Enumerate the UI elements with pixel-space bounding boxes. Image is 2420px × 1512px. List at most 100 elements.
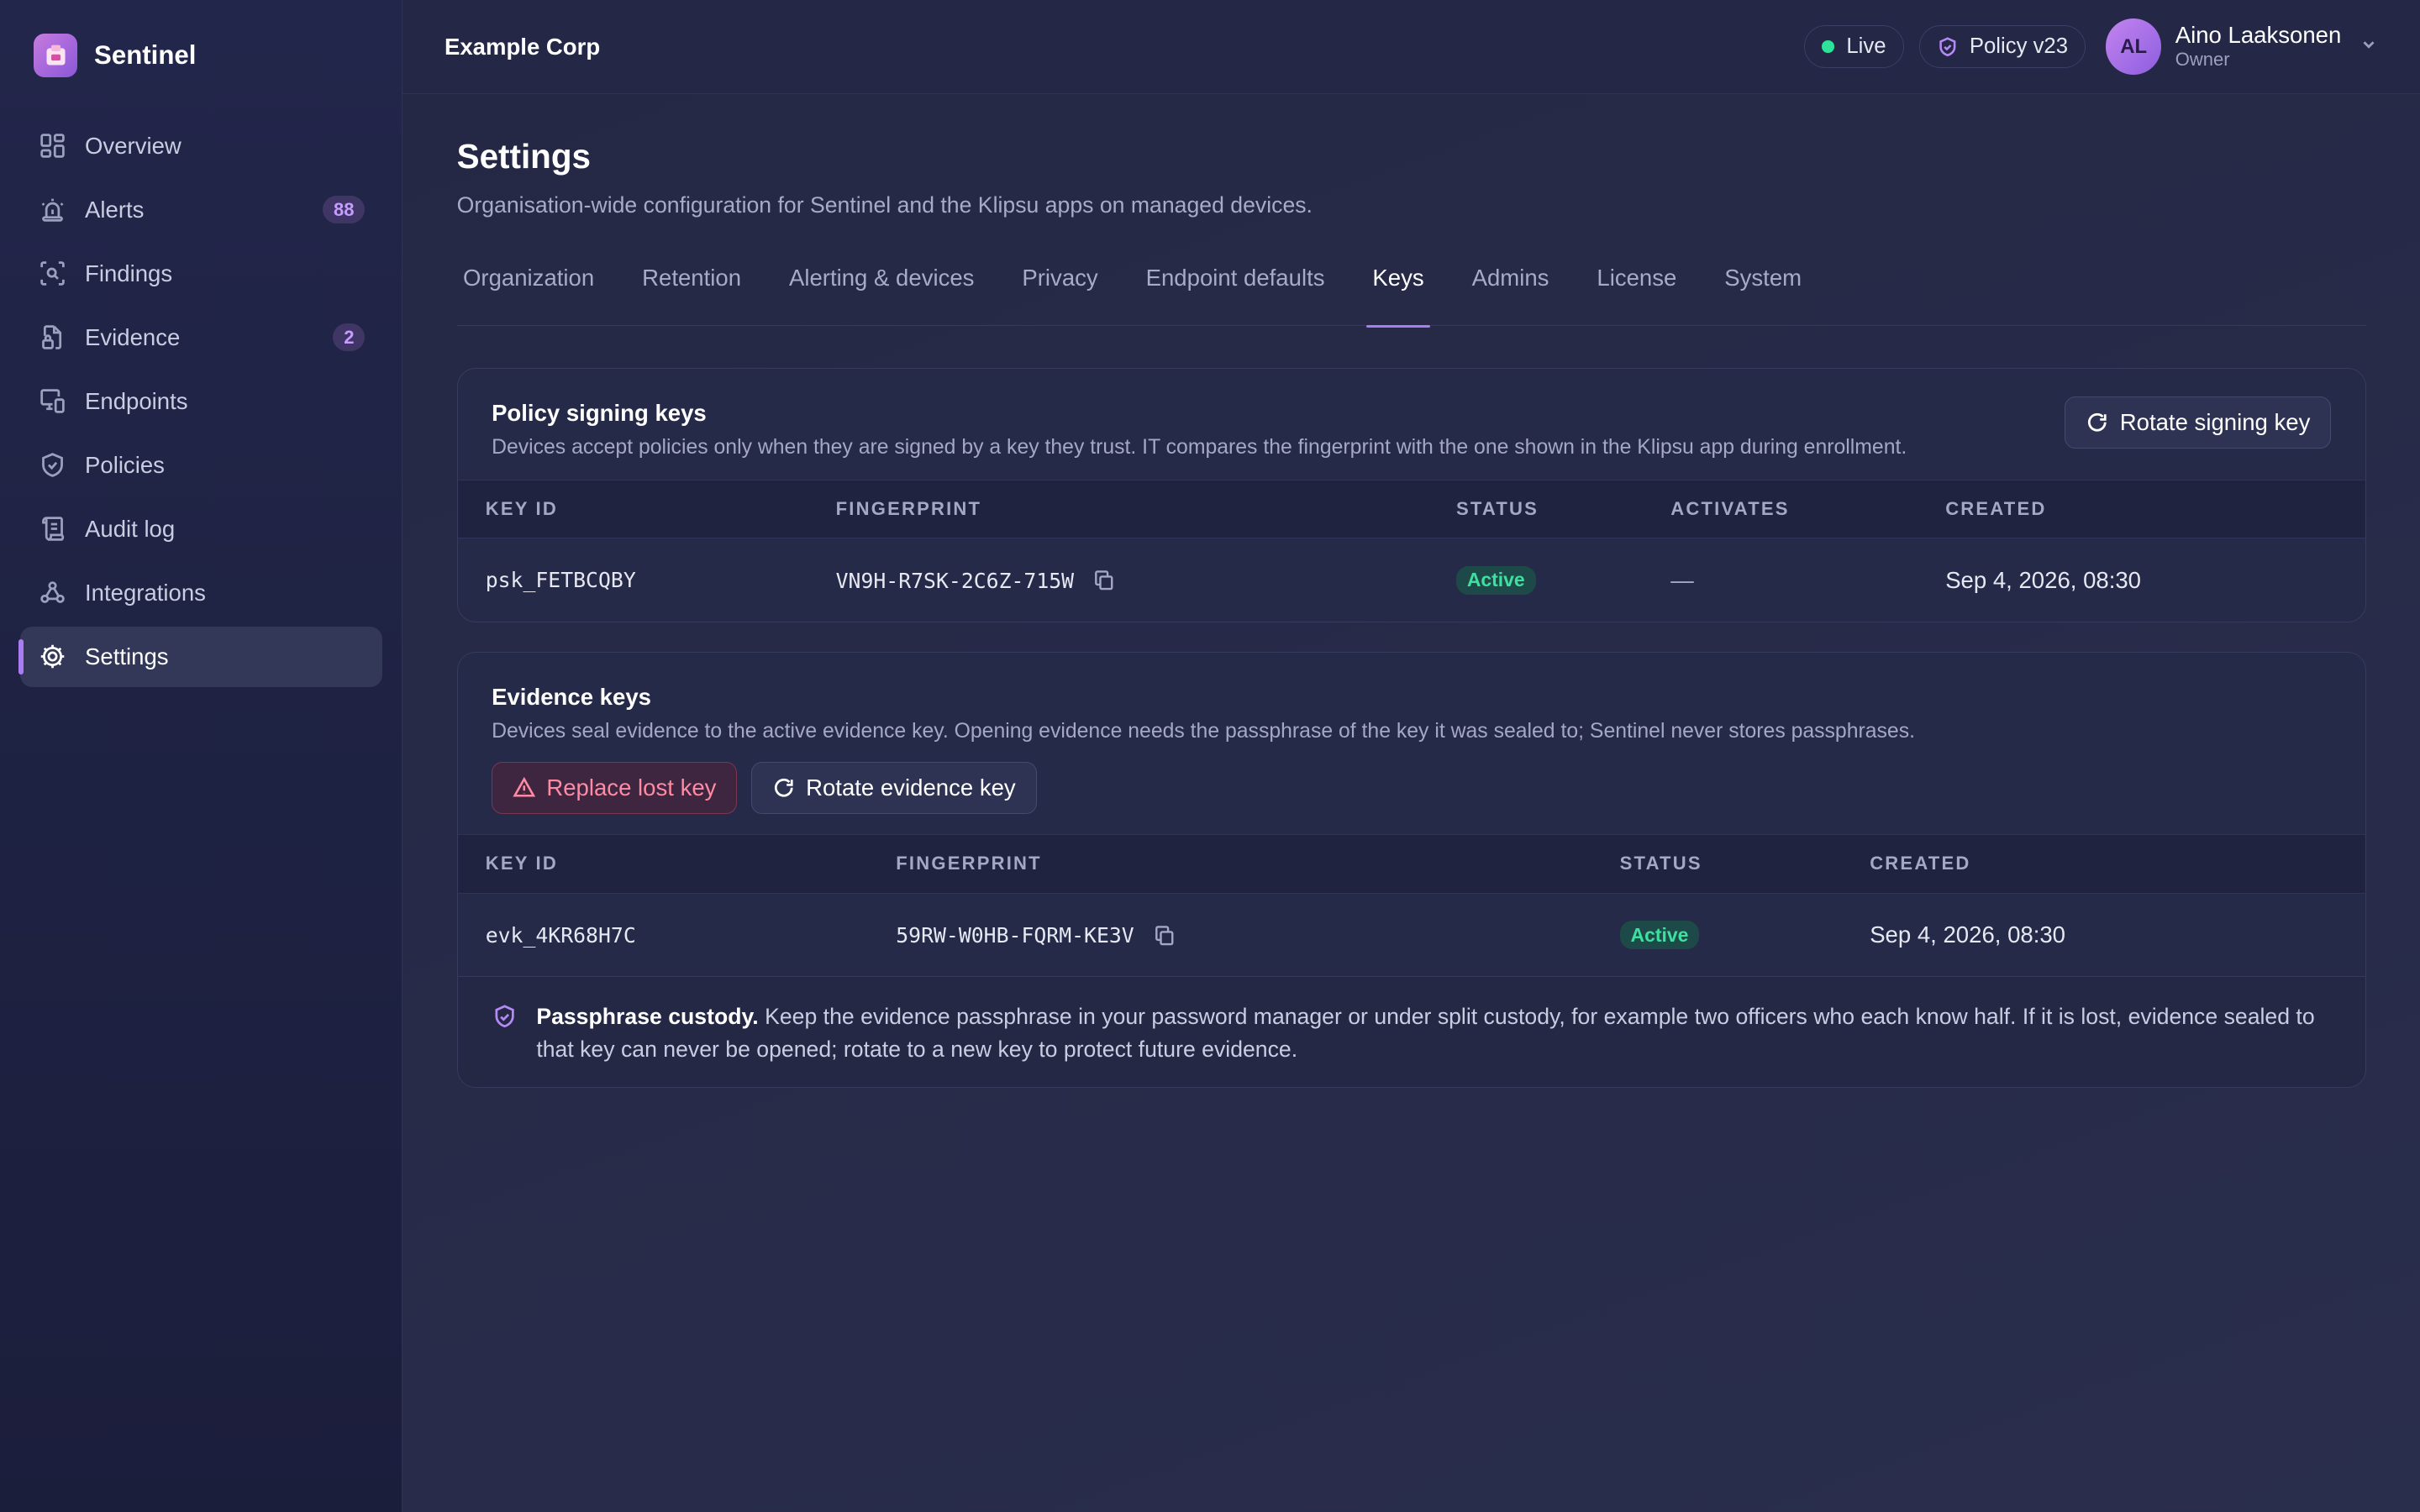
tab-privacy[interactable]: Privacy xyxy=(1016,265,1104,326)
table-row: evk_4KR68H7C 59RW-W0HB-FQRM-KE3V Active … xyxy=(458,893,2365,976)
gear-icon xyxy=(37,641,68,672)
brand[interactable]: Sentinel xyxy=(20,0,382,111)
status-cell: Active xyxy=(1592,893,1843,976)
sidebar-item-audit-log[interactable]: Audit log xyxy=(20,499,382,559)
col-created: CREATED xyxy=(1842,833,2365,894)
evidence-keys-title: Evidence keys xyxy=(492,683,651,710)
user-role: Owner xyxy=(2175,49,2230,71)
shield-check-icon xyxy=(37,449,68,480)
org-name: Example Corp xyxy=(444,33,601,60)
table-header-row: KEY ID FINGERPRINT STATUS CREATED xyxy=(457,833,2365,894)
sidebar-item-label: Endpoints xyxy=(85,387,188,414)
col-key-id: KEY ID xyxy=(457,479,808,539)
status-badge: Active xyxy=(1455,565,1536,595)
evidence-keys-header: Evidence keys Devices seal evidence to t… xyxy=(458,653,2365,834)
rotate-evidence-key-button[interactable]: Rotate evidence key xyxy=(750,761,1037,815)
chevron-down-icon xyxy=(2360,33,2378,61)
brand-name: Sentinel xyxy=(94,40,197,71)
sidebar-item-label: Overview xyxy=(85,132,182,159)
live-label: Live xyxy=(1846,34,1886,58)
sidebar: Sentinel Overview Alerts 88 Findings Evi… xyxy=(0,0,403,1512)
signing-keys-description: Devices accept policies only when they a… xyxy=(492,435,1907,459)
evidence-actions: Replace lost key Rotate evidence key xyxy=(492,761,2331,815)
activates-cell: — xyxy=(1670,566,1694,593)
user-info: Aino Laaksonen Owner xyxy=(2175,22,2342,71)
sidebar-item-endpoints[interactable]: Endpoints xyxy=(20,371,382,432)
sidebar-item-label: Integrations xyxy=(85,579,206,606)
sidebar-item-settings[interactable]: Settings xyxy=(18,626,382,687)
sidebar-item-alerts[interactable]: Alerts 88 xyxy=(20,180,382,240)
tab-keys[interactable]: Keys xyxy=(1366,265,1431,328)
rotate-icon xyxy=(774,778,793,797)
topbar: Example Corp Live Policy v23 AL Aino Laa… xyxy=(402,0,2420,95)
tab-retention[interactable]: Retention xyxy=(636,265,748,326)
replace-lost-key-label: Replace lost key xyxy=(546,774,717,801)
tab-system[interactable]: System xyxy=(1718,265,1808,326)
alerts-count-badge: 88 xyxy=(323,195,366,224)
tab-license[interactable]: License xyxy=(1591,265,1683,326)
signing-keys-title: Policy signing keys xyxy=(492,399,707,426)
note-body: Keep the evidence passphrase in your pas… xyxy=(536,1003,2315,1062)
fingerprint-value: VN9H-R7SK-2C6Z-715W xyxy=(835,568,1075,593)
evidence-keys-description: Devices seal evidence to the active evid… xyxy=(492,719,1915,743)
main-area: Example Corp Live Policy v23 AL Aino Laa… xyxy=(402,0,2420,1512)
fingerprint-cell: VN9H-R7SK-2C6Z-715W xyxy=(808,538,1428,622)
col-activates: ACTIVATES xyxy=(1643,479,1918,539)
sidebar-item-evidence[interactable]: Evidence 2 xyxy=(20,307,382,368)
brand-logo-icon xyxy=(34,34,77,77)
rotate-evidence-key-label: Rotate evidence key xyxy=(806,774,1016,801)
page-subtitle: Organisation-wide configuration for Sent… xyxy=(456,192,1313,218)
fingerprint-value: 59RW-W0HB-FQRM-KE3V xyxy=(896,923,1134,948)
evidence-keys-card: Evidence keys Devices seal evidence to t… xyxy=(456,651,2366,1088)
key-id-cell: evk_4KR68H7C xyxy=(485,922,636,948)
signing-keys-header: Policy signing keys Devices accept polic… xyxy=(458,369,2365,480)
tab-alerting-devices[interactable]: Alerting & devices xyxy=(783,265,981,326)
key-id-cell: psk_FETBCQBY xyxy=(485,568,636,593)
sidebar-item-integrations[interactable]: Integrations xyxy=(20,563,382,623)
shield-icon xyxy=(492,1004,518,1065)
created-cell: Sep 4, 2026, 08:30 xyxy=(1870,921,2066,948)
status-badge: Active xyxy=(1619,921,1700,950)
col-created: CREATED xyxy=(1918,479,2365,539)
file-lock-icon xyxy=(37,322,68,353)
replace-lost-key-button[interactable]: Replace lost key xyxy=(492,761,738,815)
sidebar-item-policies[interactable]: Policies xyxy=(20,435,382,496)
sidebar-nav: Overview Alerts 88 Findings Evidence 2 E… xyxy=(18,116,382,687)
signing-keys-table: KEY ID FINGERPRINT STATUS ACTIVATES CREA… xyxy=(457,479,2365,622)
app-root: Sentinel Overview Alerts 88 Findings Evi… xyxy=(0,0,2420,1512)
sidebar-item-overview[interactable]: Overview xyxy=(20,116,382,176)
user-name: Aino Laaksonen xyxy=(2175,22,2342,49)
page-title: Settings xyxy=(456,137,591,176)
avatar: AL xyxy=(2106,18,2162,75)
policy-version-pill[interactable]: Policy v23 xyxy=(1919,24,2086,69)
note-text: Passphrase custody. Keep the evidence pa… xyxy=(536,1000,2331,1065)
copy-icon[interactable] xyxy=(1153,924,1176,948)
sidebar-item-findings[interactable]: Findings xyxy=(20,244,382,304)
scan-search-icon xyxy=(37,258,68,289)
sidebar-item-label: Settings xyxy=(85,643,169,669)
user-menu[interactable]: AL Aino Laaksonen Owner xyxy=(2106,18,2378,75)
rotate-signing-key-button[interactable]: Rotate signing key xyxy=(2065,396,2332,449)
tab-admins[interactable]: Admins xyxy=(1465,265,1555,326)
sidebar-item-label: Evidence xyxy=(85,323,181,350)
status-cell: Active xyxy=(1428,538,1643,622)
col-status: STATUS xyxy=(1428,479,1644,539)
sidebar-item-label: Findings xyxy=(85,260,173,286)
settings-tabs: Organization Retention Alerting & device… xyxy=(456,265,2366,328)
scroll-icon xyxy=(37,513,68,544)
sidebar-item-label: Policies xyxy=(85,451,165,478)
table-header-row: KEY ID FINGERPRINT STATUS ACTIVATES CREA… xyxy=(457,479,2365,539)
sidebar-item-label: Audit log xyxy=(85,515,176,542)
tab-endpoint-defaults[interactable]: Endpoint defaults xyxy=(1139,265,1331,326)
rotate-signing-key-label: Rotate signing key xyxy=(2119,409,2311,436)
col-fingerprint: FINGERPRINT xyxy=(808,479,1428,539)
fingerprint-cell: 59RW-W0HB-FQRM-KE3V xyxy=(868,893,1591,976)
col-fingerprint: FINGERPRINT xyxy=(868,833,1592,894)
signing-keys-card: Policy signing keys Devices accept polic… xyxy=(456,367,2366,622)
evidence-keys-table: KEY ID FINGERPRINT STATUS CREATED evk_4K… xyxy=(457,833,2365,976)
live-status-pill[interactable]: Live xyxy=(1803,24,1904,69)
passphrase-custody-note: Passphrase custody. Keep the evidence pa… xyxy=(457,976,2365,1087)
tab-organization[interactable]: Organization xyxy=(457,265,601,326)
copy-icon[interactable] xyxy=(1092,569,1116,592)
policy-label: Policy v23 xyxy=(1969,34,2069,58)
